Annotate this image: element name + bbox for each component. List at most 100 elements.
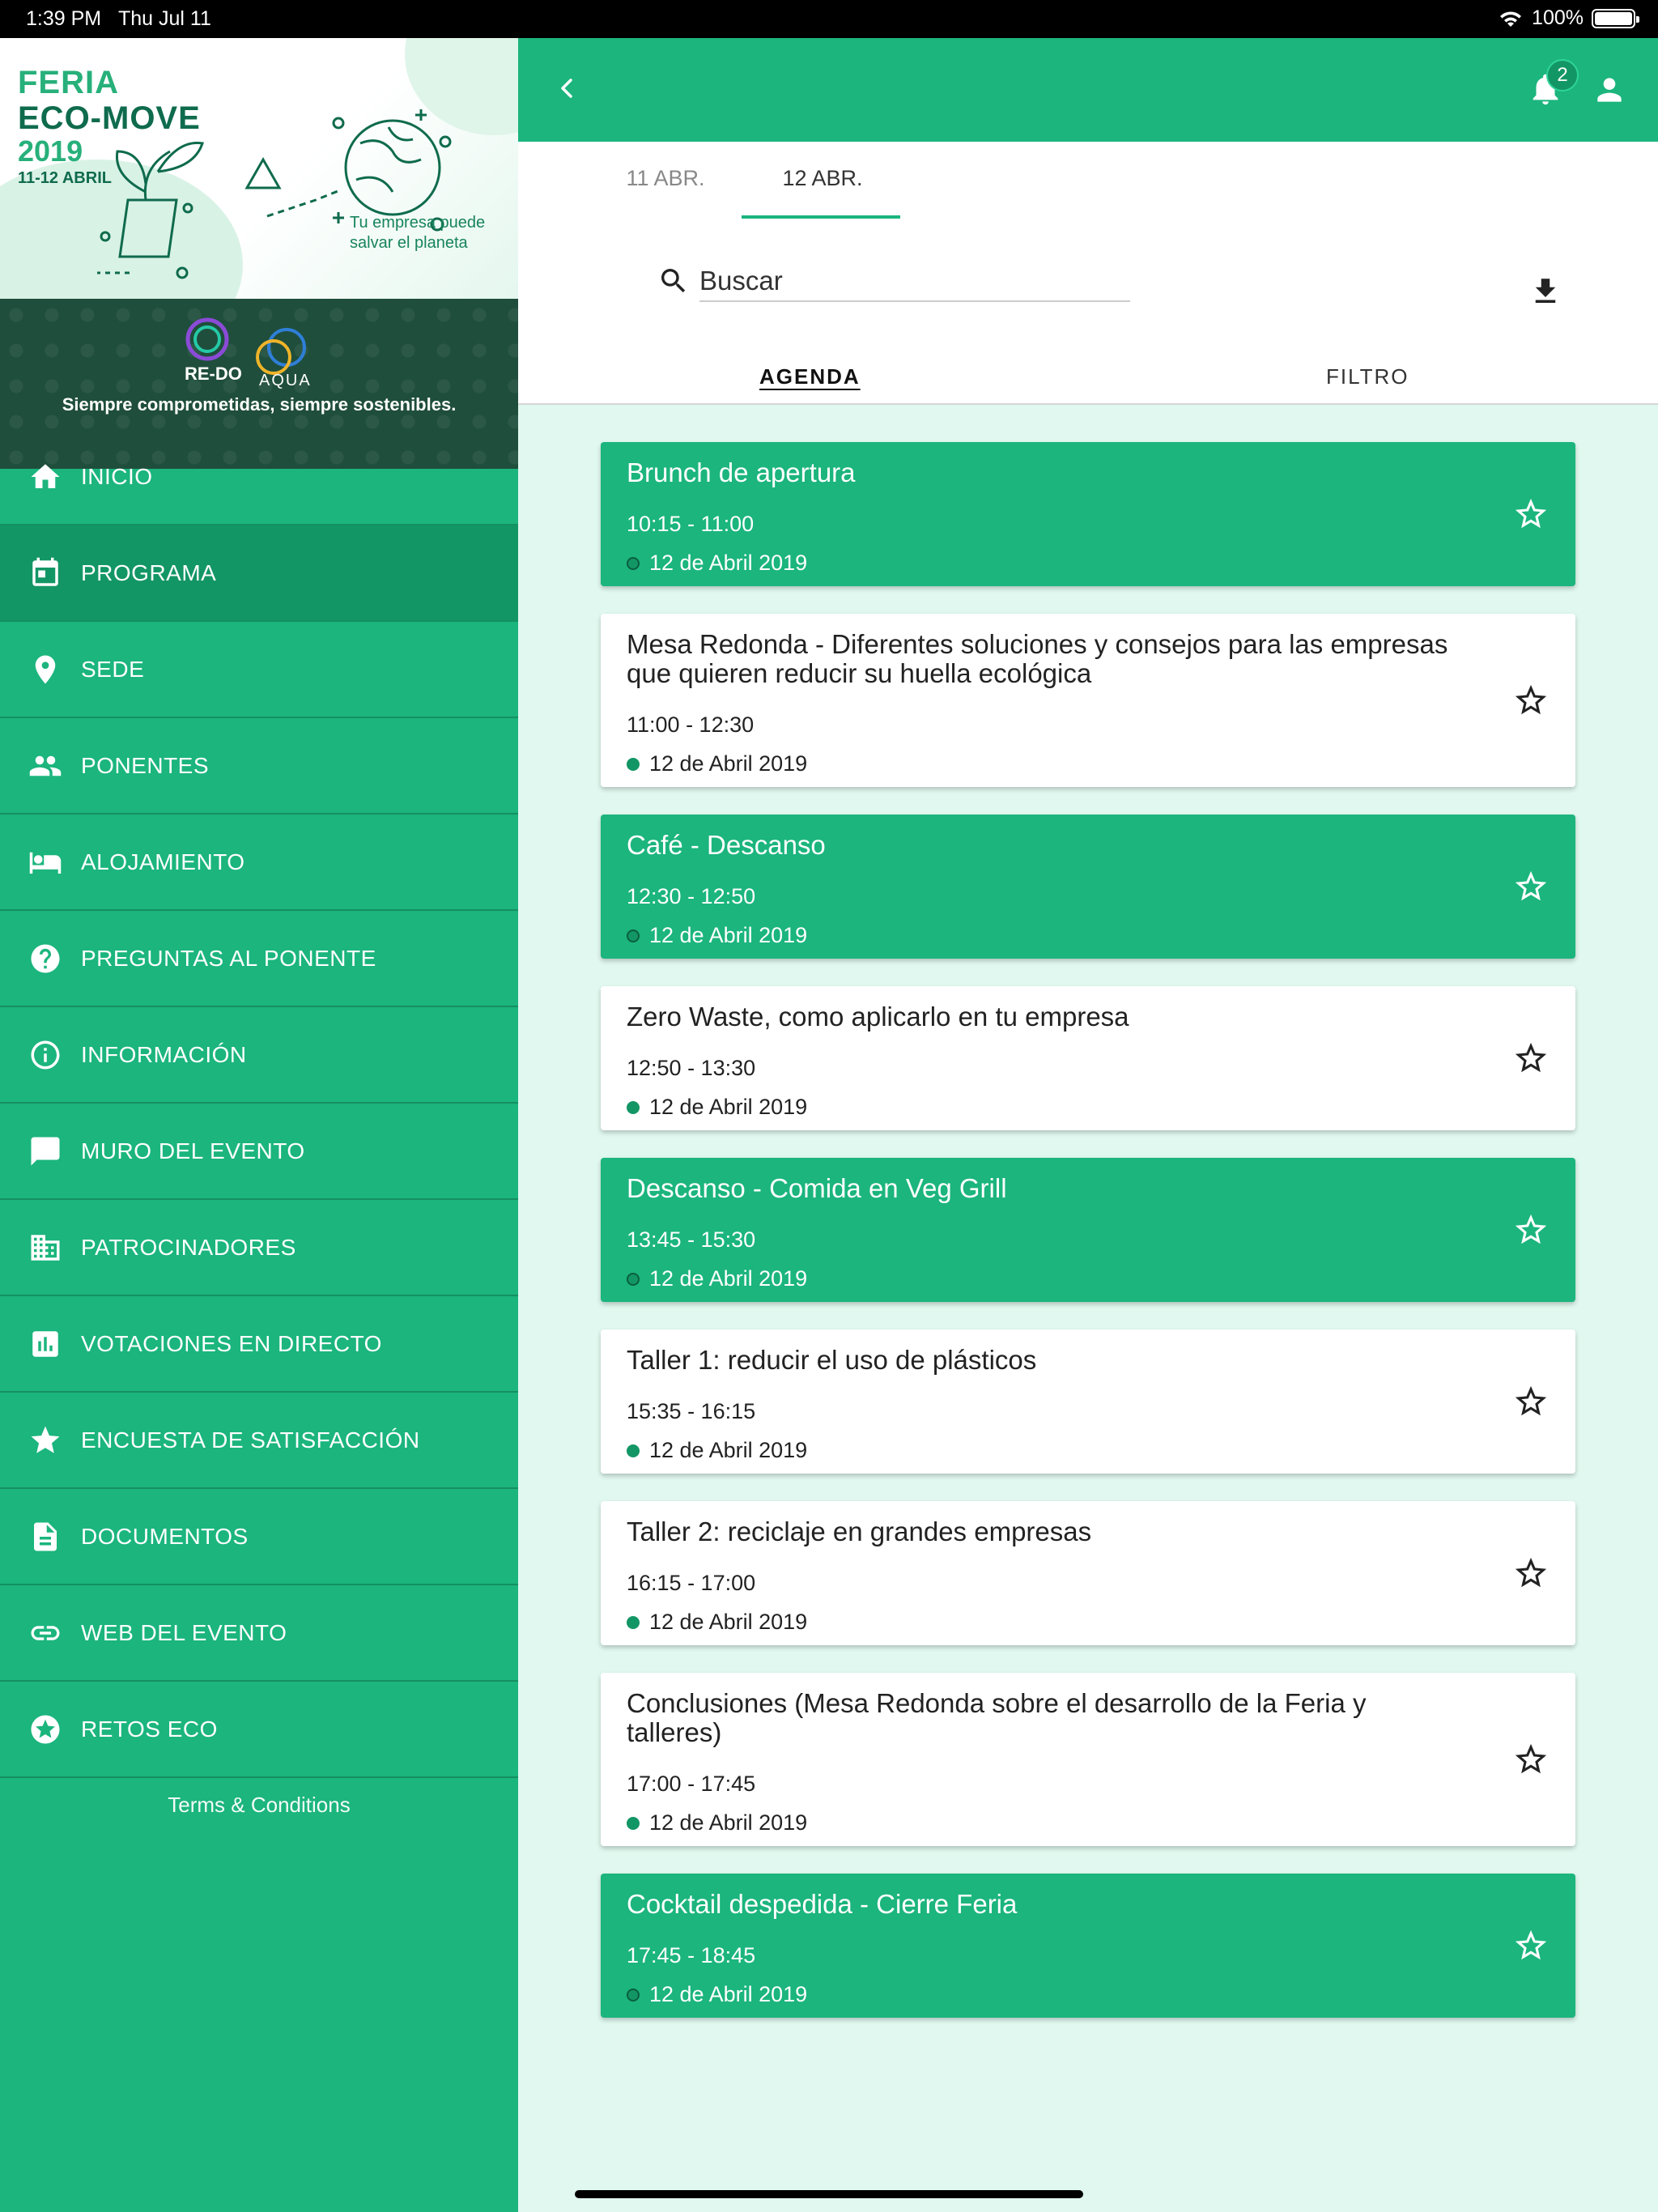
favorite-star-icon[interactable] [1512,1040,1550,1077]
sidebar-item-sede[interactable]: SEDE [0,622,518,718]
sidebar-item-encuesta-de-satisfaccion[interactable]: ENCUESTA DE SATISFACCIÓN [0,1393,518,1489]
sidebar-item-retos-eco[interactable]: RETOS ECO [0,1682,518,1778]
date-dot-icon [627,1272,640,1286]
session-card[interactable]: Café - Descanso 12:30 - 12:50 12 de Abril … [601,815,1575,959]
sidebar-item-alojamiento[interactable]: ALOJAMIENTO [0,815,518,911]
notification-badge: 2 [1546,59,1579,91]
sidebar-item-label: PROGRAMA [81,559,217,585]
link-icon [28,1615,63,1651]
sidebar-item-label: ALOJAMIENTO [81,849,245,874]
session-date-text: 12 de Abril 2019 [649,551,808,575]
session-time: 10:15 - 11:00 [627,512,755,536]
session-card[interactable]: Zero Waste, como aplicarlo en tu empresa… [601,986,1575,1130]
sidebar-item-informacion[interactable]: INFORMACIÓN [0,1007,518,1104]
sidebar-item-documentos[interactable]: DOCUMENTOS [0,1489,518,1585]
session-title: Taller 1: reducir el uso de plásticos [627,1345,1037,1375]
favorite-star-icon[interactable] [1512,868,1550,905]
date-dot-icon [627,1100,640,1114]
star-circle-icon [28,1712,63,1747]
favorite-star-icon[interactable] [1512,1741,1550,1778]
back-arrow-icon[interactable] [551,72,583,104]
battery-percent: 100% [1532,6,1584,29]
session-date-text: 12 de Abril 2019 [649,1982,808,2006]
app-bar: 2 [518,38,1658,142]
favorite-star-icon[interactable] [1512,1383,1550,1420]
session-date-text: 12 de Abril 2019 [649,1610,808,1634]
sidebar-item-label: VOTACIONES EN DIRECTO [81,1330,382,1356]
session-date: 12 de Abril 2019 [627,1982,807,2007]
sidebar-item-patrocinadores[interactable]: PATROCINADORES [0,1200,518,1296]
status-date: Thu Jul 11 [118,7,211,30]
session-title: Taller 2: reciclaje en grandes empresas [627,1516,1092,1546]
download-icon[interactable] [1528,274,1562,308]
people-icon [28,748,63,784]
sidebar-item-programa[interactable]: PROGRAMA [0,525,518,622]
location-pin-icon [28,652,63,687]
date-dot-icon [627,1444,640,1457]
session-card[interactable]: Conclusiones (Mesa Redonda sobre el desa… [601,1673,1575,1846]
profile-icon[interactable] [1592,72,1627,108]
session-time: 13:45 - 15:30 [627,1227,756,1252]
date-dot-icon [627,929,640,942]
date-dot-icon [627,1988,640,2001]
terms-link[interactable]: Terms & Conditions [0,1793,518,1818]
sidebar-item-web-del-evento[interactable]: WEB DEL EVENTO [0,1585,518,1682]
date-tab-11[interactable]: 11 ABR. [585,166,746,191]
star-icon [28,1423,63,1458]
session-card[interactable]: Mesa Redonda - Diferentes soluciones y c… [601,614,1575,787]
session-date: 12 de Abril 2019 [627,1810,807,1836]
session-date: 12 de Abril 2019 [627,1438,807,1463]
session-card[interactable]: Taller 1: reducir el uso de plásticos 15:… [601,1329,1575,1474]
building-icon [28,1230,63,1266]
session-date-text: 12 de Abril 2019 [649,1438,808,1462]
session-card[interactable]: Cocktail despedida - Cierre Feria 17:45 -… [601,1874,1575,2018]
session-card[interactable]: Brunch de apertura 10:15 - 11:00 12 de Abr… [601,442,1575,586]
search-input[interactable] [699,262,1130,302]
aqua-logo-text: AQUA [259,372,312,389]
calendar-icon [28,555,63,591]
date-tab-12[interactable]: 12 ABR. [742,166,903,191]
session-date: 12 de Abril 2019 [627,1610,807,1635]
sidebar-item-label: PATROCINADORES [81,1234,296,1260]
session-time: 17:00 - 17:45 [627,1772,756,1796]
favorite-star-icon[interactable] [1512,1927,1550,1964]
sidebar-item-preguntas-al-ponente[interactable]: PREGUNTAS AL PONENTE [0,911,518,1007]
session-date-text: 12 de Abril 2019 [649,1266,808,1291]
tab-agenda[interactable]: AGENDA [759,364,861,389]
wifi-icon [1500,11,1522,27]
sidebar-item-label: PONENTES [81,752,210,778]
sidebar-item-label: MURO DEL EVENTO [81,1138,305,1163]
event-banner: FERIA ECO-MOVE 2019 11-12 ABRIL Tu empre… [0,38,518,299]
redo-logo-icon [185,317,229,361]
session-date: 12 de Abril 2019 [627,1266,807,1291]
status-bar: 1:39 PM Thu Jul 11 100% [0,0,1658,38]
filter-header: 11 ABR. 12 ABR. AGENDA FILTRO [518,142,1658,405]
favorite-star-icon[interactable] [1512,682,1550,719]
favorite-star-icon[interactable] [1512,496,1550,533]
sidebar-item-label: ENCUESTA DE SATISFACCIÓN [81,1427,420,1453]
session-date-text: 12 de Abril 2019 [649,751,808,776]
sidebar-item-ponentes[interactable]: PONENTES [0,718,518,815]
sidebar-item-label: PREGUNTAS AL PONENTE [81,945,376,971]
sidebar-item-muro-del-evento[interactable]: MURO DEL EVENTO [0,1104,518,1200]
session-date: 12 de Abril 2019 [627,923,807,948]
session-card[interactable]: Taller 2: reciclaje en grandes empresas 1… [601,1501,1575,1645]
session-card[interactable]: Descanso - Comida en Veg Grill 13:45 - 15… [601,1158,1575,1302]
session-title: Descanso - Comida en Veg Grill [627,1173,1007,1203]
sidebar-item-inicio[interactable]: INICIO [0,429,518,525]
sidebar-item-votaciones-en-directo[interactable]: VOTACIONES EN DIRECTO [0,1296,518,1393]
sidebar-item-label: INICIO [81,463,153,489]
session-date: 12 de Abril 2019 [627,1095,807,1120]
document-icon [28,1519,63,1555]
sidebar-item-label: INFORMACIÓN [81,1041,247,1067]
hotel-bed-icon [28,844,63,880]
session-title: Brunch de apertura [627,457,856,487]
sidebar-item-label: RETOS ECO [81,1716,218,1742]
favorite-star-icon[interactable] [1512,1211,1550,1249]
home-indicator[interactable] [575,2190,1083,2198]
session-title: Mesa Redonda - Diferentes soluciones y c… [627,629,1448,688]
main-content: 2 11 ABR. 12 ABR. AGENDA FILTRO Brunch d… [518,38,1658,2212]
tab-filtro[interactable]: FILTRO [1326,364,1409,389]
session-date: 12 de Abril 2019 [627,551,807,576]
favorite-star-icon[interactable] [1512,1555,1550,1592]
